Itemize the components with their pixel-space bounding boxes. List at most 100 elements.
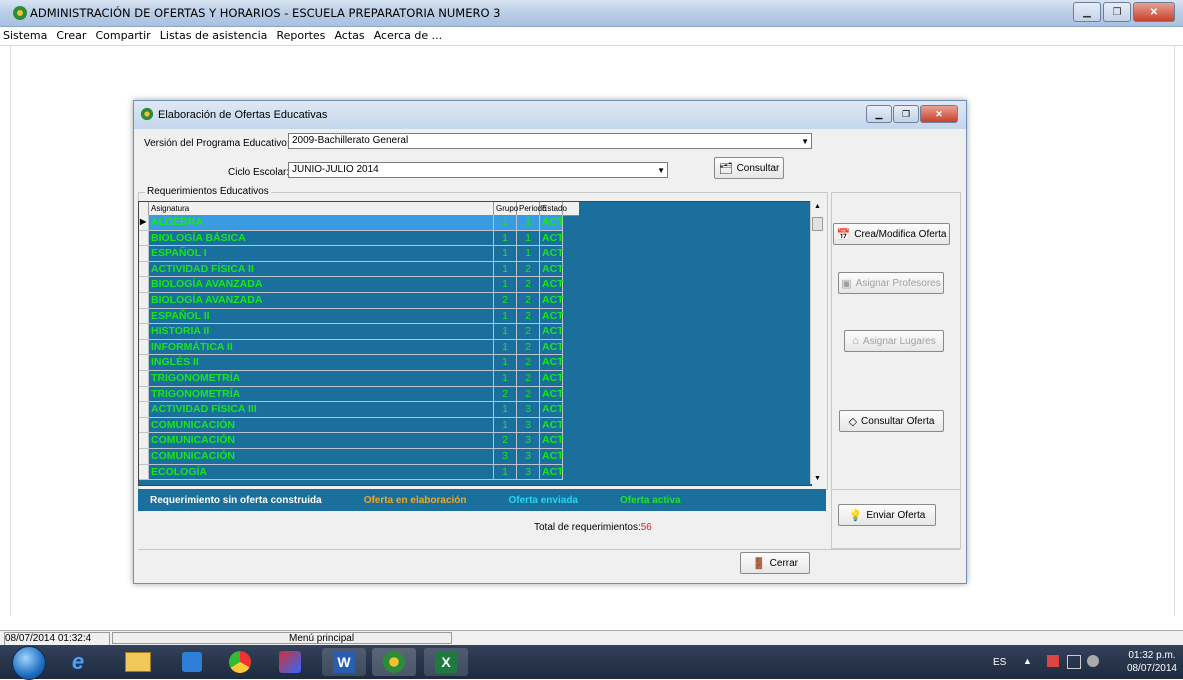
row-indicator[interactable] [139, 355, 149, 370]
table-row[interactable]: ACTIVIDAD FÍSICA III 1 3 ACT [139, 402, 564, 418]
table-row[interactable]: TRIGONOMETRÍA 2 2 ACT [139, 386, 564, 403]
cell-periodo[interactable]: 2 [517, 339, 540, 355]
clock[interactable]: 01:32 p.m. 08/07/2014 [1127, 649, 1177, 675]
file-explorer-icon[interactable] [116, 648, 160, 676]
dialog-close-button[interactable]: ✕ [920, 105, 958, 123]
app-pen-icon[interactable] [268, 648, 312, 676]
cell-asignatura[interactable]: TRIGONOMETRÍA [149, 386, 494, 402]
cell-estado[interactable]: ACT [540, 246, 564, 261]
cell-asignatura[interactable]: TRIGONOMETRÍA [149, 370, 494, 386]
cell-asignatura[interactable]: HISTORIA II [149, 324, 494, 339]
cell-periodo[interactable]: 2 [517, 292, 540, 308]
cell-grupo[interactable]: 1 [494, 277, 517, 292]
cell-asignatura[interactable]: BIOLOGÍA AVANZADA [149, 292, 494, 308]
cell-asignatura[interactable]: COMUNICACIÓN [149, 417, 494, 433]
table-row[interactable]: ESPAÑOL I 1 1 ACT [139, 246, 564, 262]
table-row[interactable]: INGLÉS II 1 2 ACT [139, 355, 564, 371]
cell-asignatura[interactable]: INGLÉS II [149, 355, 494, 370]
cell-estado[interactable]: ACT [540, 215, 564, 230]
cell-grupo[interactable]: 2 [494, 292, 517, 308]
cell-estado[interactable]: ACT [540, 386, 564, 402]
table-row[interactable]: COMUNICACIÓN 1 3 ACT [139, 417, 564, 434]
cell-asignatura[interactable]: BIOLOGÍA BÁSICA [149, 230, 494, 246]
scroll-thumb[interactable] [812, 217, 823, 231]
cell-periodo[interactable]: 3 [517, 433, 540, 448]
cell-periodo[interactable]: 2 [517, 261, 540, 277]
cell-estado[interactable]: ACT [540, 292, 564, 308]
menu-crear[interactable]: Crear [53, 27, 89, 44]
cell-asignatura[interactable]: ACTIVIDAD FÍSICA II [149, 261, 494, 277]
row-indicator[interactable] [139, 464, 149, 480]
crea-modifica-oferta-button[interactable]: 📅 Crea/Modifica Oferta [833, 223, 950, 245]
cell-estado[interactable]: ACT [540, 230, 564, 246]
cell-periodo[interactable]: 3 [517, 448, 540, 464]
row-indicator[interactable] [139, 230, 149, 246]
cell-asignatura[interactable]: BIOLOGÍA AVANZADA [149, 277, 494, 292]
cell-periodo[interactable]: 3 [517, 417, 540, 433]
flag-icon[interactable] [1047, 655, 1059, 667]
cell-asignatura[interactable]: ACTIVIDAD FÍSICA III [149, 402, 494, 417]
col-periodo[interactable]: Periodo [517, 202, 547, 215]
ofertas-app-icon[interactable] [372, 648, 416, 676]
row-indicator[interactable] [139, 292, 149, 308]
internet-explorer-icon[interactable]: e [56, 648, 100, 676]
volume-icon[interactable] [1087, 655, 1099, 667]
cell-estado[interactable]: ACT [540, 402, 564, 417]
cell-estado[interactable]: ACT [540, 324, 564, 339]
media-player-icon[interactable] [170, 648, 214, 676]
dialog-maximize-button[interactable]: ❐ [893, 105, 919, 123]
cell-asignatura[interactable]: INFORMÁTICA II [149, 339, 494, 355]
requerimientos-grid[interactable]: Asignatura Grupo Periodo Estado ▶ ALGEBRA… [138, 201, 812, 486]
cell-grupo[interactable]: 1 [494, 215, 517, 230]
version-select[interactable]: 2009-Bachillerato General ▼ [288, 133, 812, 149]
cell-estado[interactable]: ACT [540, 370, 564, 386]
cell-periodo[interactable]: 3 [517, 464, 540, 480]
table-row[interactable]: ACTIVIDAD FÍSICA II 1 2 ACT [139, 261, 564, 278]
cell-estado[interactable]: ACT [540, 277, 564, 292]
language-indicator[interactable]: ES [993, 657, 1006, 668]
menu-reportes[interactable]: Reportes [273, 27, 328, 44]
table-row[interactable]: BIOLOGÍA AVANZADA 2 2 ACT [139, 292, 564, 309]
cell-periodo[interactable]: 1 [517, 215, 540, 230]
table-row[interactable]: HISTORIA II 1 2 ACT [139, 324, 564, 340]
word-icon[interactable]: W [322, 648, 366, 676]
cell-grupo[interactable]: 1 [494, 417, 517, 433]
cell-periodo[interactable]: 2 [517, 386, 540, 402]
excel-icon[interactable]: X [424, 648, 468, 676]
cell-grupo[interactable]: 1 [494, 464, 517, 480]
cell-periodo[interactable]: 2 [517, 277, 540, 292]
cell-grupo[interactable]: 1 [494, 230, 517, 246]
table-row[interactable]: COMUNICACIÓN 3 3 ACT [139, 448, 564, 465]
menu-sistema[interactable]: Sistema [0, 27, 50, 44]
row-indicator[interactable] [139, 339, 149, 355]
row-indicator[interactable] [139, 308, 149, 324]
row-indicator[interactable] [139, 417, 149, 433]
row-indicator[interactable] [139, 370, 149, 386]
cell-periodo[interactable]: 2 [517, 370, 540, 386]
network-icon[interactable] [1067, 655, 1081, 669]
grid-scrollbar[interactable]: ▲ ▼ [810, 201, 825, 484]
show-hidden-icons-icon[interactable]: ▲ [1023, 656, 1032, 666]
cell-grupo[interactable]: 1 [494, 308, 517, 324]
table-row[interactable]: ▶ ALGEBRA 1 1 ACT [139, 215, 564, 231]
cell-asignatura[interactable]: COMUNICACIÓN [149, 448, 494, 464]
cell-periodo[interactable]: 1 [517, 230, 540, 246]
cell-grupo[interactable]: 1 [494, 246, 517, 261]
maximize-button[interactable]: ❐ [1103, 2, 1131, 22]
row-indicator[interactable] [139, 277, 149, 292]
cell-grupo[interactable]: 1 [494, 370, 517, 386]
table-row[interactable]: ECOLOGÍA 1 3 ACT [139, 464, 564, 481]
cell-grupo[interactable]: 1 [494, 355, 517, 370]
scroll-down-icon[interactable]: ▼ [814, 475, 821, 482]
menu-actas[interactable]: Actas [331, 27, 367, 44]
cell-estado[interactable]: ACT [540, 448, 564, 464]
start-button[interactable] [12, 646, 46, 680]
cell-estado[interactable]: ACT [540, 417, 564, 433]
cell-grupo[interactable]: 2 [494, 433, 517, 448]
cell-periodo[interactable]: 2 [517, 308, 540, 324]
consultar-button[interactable]: 🗂 Consultar [714, 157, 784, 179]
cell-periodo[interactable]: 1 [517, 246, 540, 261]
table-row[interactable]: TRIGONOMETRÍA 1 2 ACT [139, 370, 564, 387]
table-row[interactable]: COMUNICACIÓN 2 3 ACT [139, 433, 564, 449]
row-indicator[interactable]: ▶ [139, 215, 149, 230]
